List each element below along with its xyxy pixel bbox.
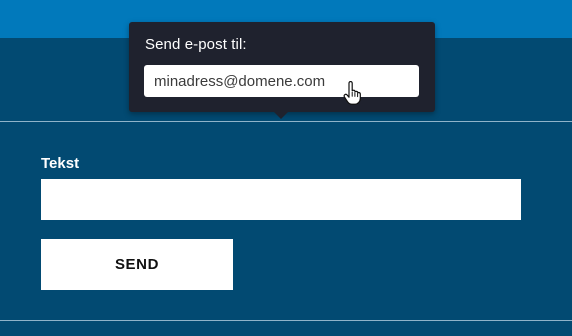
text-label: Tekst xyxy=(41,155,80,172)
text-input[interactable] xyxy=(41,179,521,220)
popover-label: Send e-post til: xyxy=(145,36,247,53)
share-email-popover: Send e-post til: xyxy=(129,22,435,119)
divider xyxy=(0,121,572,122)
email-field[interactable] xyxy=(144,65,419,97)
send-button[interactable]: SEND xyxy=(41,239,233,290)
footer-strip xyxy=(0,321,572,336)
hand-pointer-icon xyxy=(343,81,361,105)
